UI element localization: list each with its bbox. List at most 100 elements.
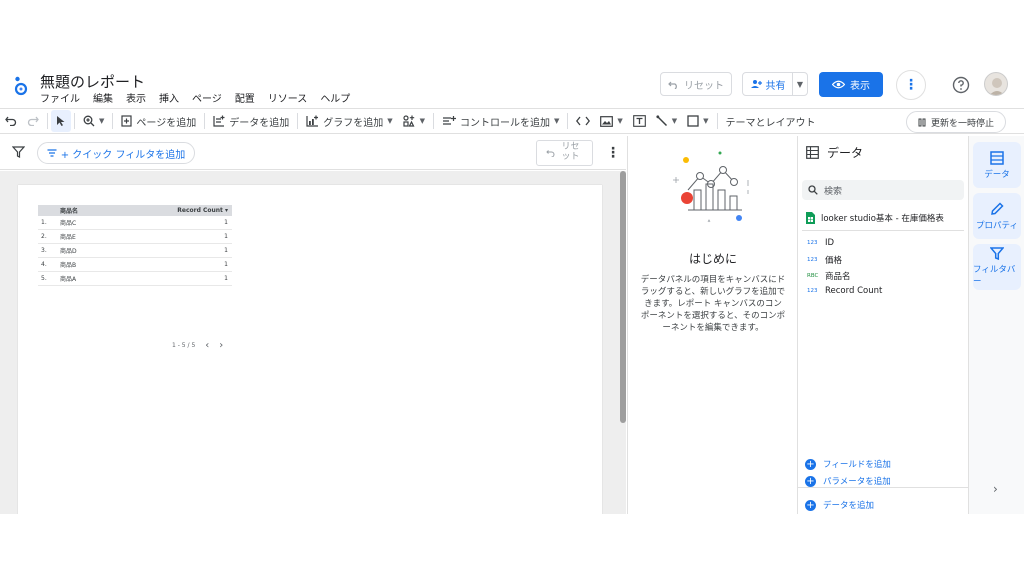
row-name: 商品B (60, 262, 77, 269)
table-row[interactable]: 5. 商品A 1 (38, 272, 232, 286)
field-item-price[interactable]: 123 価格 (807, 254, 842, 266)
text-box-icon[interactable] (628, 110, 651, 132)
data-panel: データ 検索 looker studio基本 - 在庫価格表 123 ID 12… (797, 136, 969, 514)
add-chart-label: グラフを追加 (323, 117, 384, 129)
line-icon (656, 115, 667, 127)
table-header-name[interactable]: 商品名 (60, 206, 150, 215)
rail-data-tab[interactable]: データ (973, 142, 1021, 188)
zoom-icon (83, 115, 95, 127)
sheets-icon (806, 212, 815, 224)
rail-properties-label: プロパティ (976, 220, 1018, 231)
filter-icon[interactable] (12, 146, 25, 158)
pause-icon (918, 118, 926, 126)
more-options-icon[interactable]: ⋮ (896, 70, 926, 100)
rail-properties-tab[interactable]: プロパティ (973, 193, 1021, 239)
chevron-down-icon: ▼ (99, 117, 105, 125)
add-control-icon (442, 116, 456, 125)
data-search-input[interactable]: 検索 (802, 180, 964, 200)
toolbar-divider (567, 113, 569, 129)
toolbar-divider (432, 113, 434, 129)
filter-reset-label-line2: ット (561, 152, 580, 162)
embed-code-icon[interactable] (571, 110, 595, 132)
add-circle-icon: + (805, 475, 816, 487)
chevron-left-icon[interactable]: ‹ (205, 340, 209, 351)
share-dropdown-icon[interactable]: ▼ (793, 80, 807, 89)
table-row[interactable]: 4. 商品B 1 (38, 258, 232, 272)
avatar[interactable] (984, 72, 1008, 96)
add-field-button[interactable]: + フィールドを追加 (805, 458, 891, 470)
canvas-page[interactable]: 商品名 Record Count ▾ 1. 商品C 1 2. 商品E 1 3. … (18, 185, 602, 514)
menu-view[interactable]: 表示 (126, 90, 146, 105)
add-data-button[interactable]: データを追加 (208, 110, 294, 132)
field-item-id[interactable]: 123 ID (807, 238, 834, 248)
line-button[interactable]: ▼ (651, 110, 682, 132)
toolbar: ▼ ページを追加 データを追加 グラフを追加 ▼ ▼ コントロールを追加 ▼ ▼… (0, 108, 1024, 134)
share-button[interactable]: 共有 ▼ (742, 72, 808, 96)
chevron-down-icon: ▼ (617, 117, 623, 125)
menu-insert[interactable]: 挿入 (159, 90, 179, 105)
table-row[interactable]: 1. 商品C 1 (38, 216, 232, 230)
chevron-down-icon: ▼ (387, 117, 393, 125)
rail-filter-bar-label: フィルタバー (973, 265, 1016, 287)
filter-reset-button[interactable]: リセ ット (536, 140, 593, 166)
menu-arrange[interactable]: 配置 (235, 90, 255, 105)
view-button[interactable]: 表示 (819, 72, 883, 97)
row-name: 商品A (60, 276, 77, 283)
chevron-right-icon[interactable]: › (219, 340, 223, 351)
report-title[interactable]: 無題のレポート (40, 71, 145, 92)
zoom-button[interactable]: ▼ (78, 110, 109, 132)
field-item-product-name[interactable]: RBC 商品名 (807, 270, 851, 282)
table-chart[interactable]: 商品名 Record Count ▾ 1. 商品C 1 2. 商品E 1 3. … (38, 205, 232, 286)
add-control-label: コントロールを追加 (459, 117, 550, 129)
share-main[interactable]: 共有 (743, 73, 793, 95)
right-rail: データ プロパティ フィルタバー › (968, 136, 1024, 514)
canvas-scrollbar[interactable] (620, 171, 626, 423)
add-data-icon (213, 115, 225, 127)
reset-button[interactable]: リセット (660, 72, 732, 96)
row-count: 1 (224, 275, 228, 282)
add-quick-filter-button[interactable]: + クイック フィルタを追加 (37, 142, 195, 164)
menu-resource[interactable]: リソース (268, 90, 308, 105)
add-control-button[interactable]: コントロールを追加 ▼ (437, 110, 564, 132)
menu-help[interactable]: ヘルプ (320, 90, 350, 105)
table-pager: 1 - 5 / 5 ‹ › (172, 340, 223, 351)
data-panel-title: データ (827, 146, 864, 160)
rail-filter-bar-tab[interactable]: フィルタバー (973, 244, 1021, 290)
more-vert-icon[interactable]: ⋮ (606, 145, 620, 161)
field-item-record-count[interactable]: 123 Record Count (807, 286, 882, 296)
table-row[interactable]: 2. 商品E 1 (38, 230, 232, 244)
pause-updates-button[interactable]: 更新を一時停止 (906, 111, 1006, 133)
add-data-source-button[interactable]: + データを追加 (805, 499, 874, 511)
menu-edit[interactable]: 編集 (93, 90, 113, 105)
table-header-record-count[interactable]: Record Count ▾ (150, 207, 232, 214)
image-icon (600, 115, 614, 127)
chevron-down-icon: ▼ (671, 117, 678, 125)
toolbar-divider (204, 113, 206, 129)
select-pointer-icon[interactable] (51, 110, 71, 132)
community-viz-button[interactable]: ▼ (398, 110, 430, 132)
table-row[interactable]: 3. 商品D 1 (38, 244, 232, 258)
field-name: 商品名 (825, 272, 851, 282)
theme-layout-button[interactable]: テーマとレイアウト (721, 110, 821, 132)
help-icon[interactable] (952, 76, 970, 94)
chevron-right-icon[interactable]: › (993, 482, 998, 496)
table-header: 商品名 Record Count ▾ (38, 205, 232, 216)
redo-icon[interactable] (22, 110, 44, 132)
looker-studio-logo[interactable] (12, 74, 30, 96)
add-page-button[interactable]: ページを追加 (116, 110, 201, 132)
menu-page[interactable]: ページ (192, 90, 222, 105)
report-canvas[interactable]: 商品名 Record Count ▾ 1. 商品C 1 2. 商品E 1 3. … (0, 171, 626, 514)
shape-button[interactable]: ▼ (682, 110, 713, 132)
add-parameter-button[interactable]: + パラメータを追加 (805, 475, 891, 487)
header: 無題のレポート ファイル 編集 表示 挿入 ページ 配置 リソース ヘルプ リセ… (0, 66, 1024, 106)
divider (798, 487, 969, 488)
undo-icon[interactable] (0, 110, 22, 132)
add-chart-icon (306, 115, 319, 127)
table-list-icon (806, 146, 819, 159)
data-source-item[interactable]: looker studio基本 - 在庫価格表 (806, 212, 944, 224)
image-button[interactable]: ▼ (595, 110, 627, 132)
pager-range: 1 - 5 / 5 (172, 342, 196, 349)
add-chart-button[interactable]: グラフを追加 ▼ (301, 110, 397, 132)
filter-icon (990, 247, 1004, 260)
menu-file[interactable]: ファイル (40, 90, 80, 105)
